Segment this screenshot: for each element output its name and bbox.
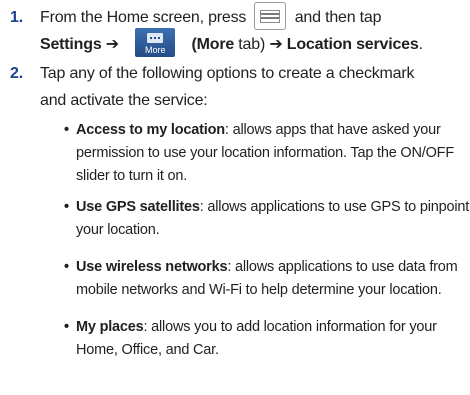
step-number: 1. [10, 9, 23, 26]
step-line: From the Home screen, press and then tap [40, 1, 468, 31]
menu-key-icon [254, 1, 287, 30]
settings-label: Settings ➔ [40, 36, 119, 53]
bullet-dot: • [64, 319, 69, 335]
bullet-text: Use wireless networks: allows applicatio… [76, 256, 466, 302]
more-dots-icon [147, 33, 164, 44]
more-icon-label: More [144, 45, 166, 56]
bullet-line: Home, Office, and Car. [76, 342, 219, 358]
step-number: 2. [10, 65, 23, 82]
bullet-line: Use GPS satellites: allows applications … [76, 196, 470, 219]
bullet-title: My places [76, 319, 144, 335]
bullet-title: Access to my location [76, 122, 225, 138]
step-line: and activate the service: [40, 92, 208, 109]
step-body: Tap any of the following options to crea… [40, 60, 468, 114]
bullet-description: : allows you to add location information… [143, 319, 437, 335]
bullet-description: : allows apps that have asked your [224, 122, 441, 138]
bullet-text: My places: allows you to add location in… [76, 316, 466, 362]
bullet-dot: • [64, 259, 69, 275]
bullet-line: Use wireless networks: allows applicatio… [76, 256, 466, 279]
bullet-text: Use GPS satellites: allows applications … [76, 196, 470, 242]
bullet-line: slider to turn it on. [76, 168, 188, 184]
instructions-document: 1. From the Home screen, press and then … [0, 0, 470, 395]
step-text: and then tap [294, 9, 382, 26]
bullet-text: Access to my location: allows apps that … [76, 119, 466, 188]
bullet-line: Access to my location: allows apps that … [76, 119, 466, 142]
bullet-description: : allows applications to use data from [227, 259, 458, 275]
step-text: tab) [238, 36, 266, 53]
more-tab-label: (More [191, 36, 235, 53]
bullet-dot: • [64, 199, 69, 215]
bullet-line: mobile networks and Wi-Fi to help determ… [76, 282, 442, 298]
step-line: Tap any of the following options to crea… [40, 65, 415, 82]
bullet-dot: • [64, 122, 69, 138]
more-tab-icon: More [135, 28, 176, 58]
bullet-line: My places: allows you to add location in… [76, 316, 466, 339]
bullet-line: permission to use your location informat… [76, 145, 454, 161]
bullet-line: your location. [76, 222, 160, 238]
step-line: Settings ➔ More (More tab) ➔ Location se… [40, 28, 468, 58]
step-body: From the Home screen, press and then tap… [40, 1, 468, 58]
location-services-label: ➔ Location services [269, 36, 419, 53]
step-text: . [418, 36, 423, 53]
bullet-title: Use GPS satellites [76, 199, 200, 215]
bullet-title: Use wireless networks [76, 259, 228, 275]
step-text: From the Home screen, press [40, 9, 247, 26]
menu-key-bar [261, 12, 280, 15]
bullet-description: : allows applications to use GPS to pinp… [199, 199, 470, 215]
dot [150, 37, 153, 40]
dot [154, 37, 157, 40]
menu-key-bar [261, 16, 280, 19]
dot [158, 37, 161, 40]
